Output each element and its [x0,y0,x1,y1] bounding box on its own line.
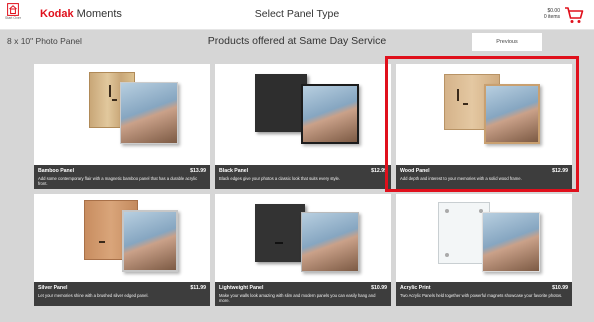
product-caption: Bamboo Panel $13.99 Add some contemporary… [34,165,210,189]
product-caption: Silver Panel $11.99 Let your memories shi… [34,282,210,306]
product-name: Black Panel [219,168,249,174]
top-bar: Start Over Kodak Moments Select Panel Ty… [0,0,594,30]
product-card-black[interactable]: Black Panel $12.99 Black edges give your … [215,64,391,189]
product-caption: Black Panel $12.99 Black edges give your … [215,165,391,189]
product-card-lightweight[interactable]: Lightweight Panel $10.99 Make your walls … [215,194,391,306]
black-board [255,74,307,132]
product-description: Let your memories shine with a brushed s… [38,293,149,298]
product-name: Acrylic Print [400,285,431,291]
product-image-bamboo [34,64,210,154]
product-card-silver[interactable]: Silver Panel $11.99 Let your memories shi… [34,194,210,306]
product-card-bamboo[interactable]: Bamboo Panel $13.99 Add some contemporary… [34,64,210,189]
cart-summary[interactable]: $0.00 0 items [544,8,560,20]
product-price: $13.99 [190,168,206,174]
cart-icon[interactable] [564,6,584,24]
product-description: Make your walls look amazing with slim a… [219,293,376,303]
product-photo [482,212,540,272]
product-image-black [215,64,391,154]
product-card-acrylic[interactable]: Acrylic Print $10.99 Two Acrylic Panels h… [396,194,572,306]
previous-button[interactable]: Previous [472,33,542,51]
product-price: $10.99 [552,285,568,291]
lightweight-board [255,204,305,262]
product-price: $11.99 [190,285,206,291]
product-name: Bamboo Panel [38,168,75,174]
product-description: Black edges give your photos a classic l… [219,176,341,181]
product-photo [301,212,359,272]
product-photo [122,210,178,272]
page-title: Select Panel Type [254,8,340,20]
product-photo [301,84,359,144]
product-price: $10.99 [371,285,387,291]
product-caption: Lightweight Panel $10.99 Make your walls … [215,282,391,306]
product-photo [120,82,178,144]
product-image-silver [34,194,210,282]
selection-highlight [385,56,579,192]
sub-header: 8 x 10" Photo Panel Products offered at … [0,30,594,52]
product-image-lightweight [215,194,391,282]
product-name: Silver Panel [38,285,68,291]
cart-items: 0 items [543,14,560,20]
product-description: Two Acrylic Panels held together with po… [400,293,563,298]
product-name: Lightweight Panel [219,285,264,291]
product-image-acrylic [396,194,572,282]
product-description: Add some contemporary flair with a magne… [38,176,198,186]
product-caption: Acrylic Print $10.99 Two Acrylic Panels h… [396,282,572,306]
